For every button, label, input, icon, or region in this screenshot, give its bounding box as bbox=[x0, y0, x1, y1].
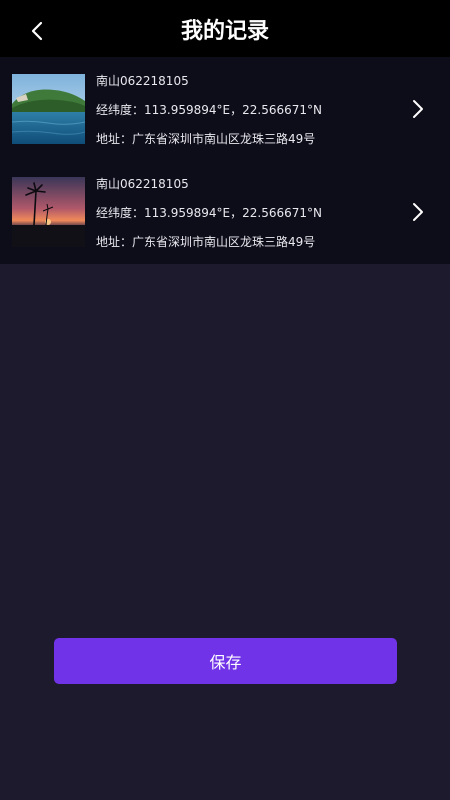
record-name: 南山062218105 bbox=[96, 177, 189, 191]
record-name: 南山062218105 bbox=[96, 74, 189, 88]
page-title: 我的记录 bbox=[180, 19, 269, 44]
record-thumbnail bbox=[12, 177, 85, 247]
chevron-right-icon bbox=[413, 203, 423, 221]
record-item[interactable]: 南山062218105 经纬度：113.959894°E，22.566671°N… bbox=[0, 57, 450, 160]
app-header: 我的记录 bbox=[0, 0, 450, 57]
record-arrow[interactable] bbox=[408, 200, 428, 224]
record-arrow[interactable] bbox=[408, 97, 428, 121]
record-item[interactable]: 南山062218105 经纬度：113.959894°E，22.566671°N… bbox=[0, 160, 450, 263]
palm-sunset-photo bbox=[12, 177, 85, 247]
record-address: 地址：广东省深圳市南山区龙珠三路49号 bbox=[96, 235, 316, 249]
coastal-island-photo bbox=[12, 74, 85, 144]
record-thumbnail bbox=[12, 74, 85, 144]
record-address: 地址：广东省深圳市南山区龙珠三路49号 bbox=[96, 132, 316, 146]
record-list: 南山062218105 经纬度：113.959894°E，22.566671°N… bbox=[0, 57, 450, 264]
chevron-right-icon bbox=[413, 100, 423, 118]
record-coordinates: 经纬度：113.959894°E，22.566671°N bbox=[96, 103, 322, 117]
record-coordinates: 经纬度：113.959894°E，22.566671°N bbox=[96, 206, 322, 220]
save-button[interactable]: 保存 bbox=[54, 638, 397, 684]
